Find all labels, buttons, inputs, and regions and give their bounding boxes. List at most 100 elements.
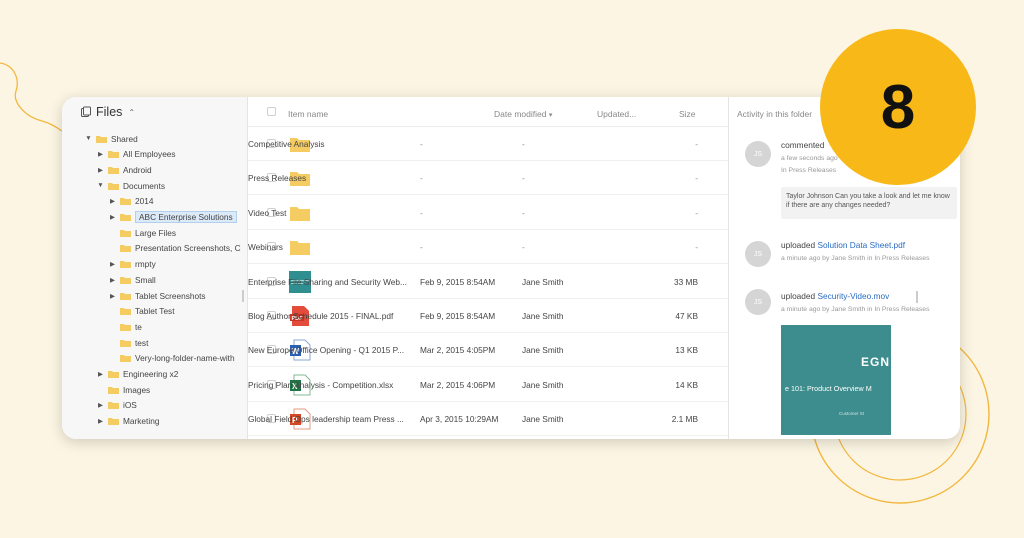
caret-right-icon[interactable]: ▶ [96,401,105,409]
file-row[interactable]: Press Releases - - - [248,161,728,196]
tree-item-label: Large Files [135,227,177,238]
file-updated-by: - [522,173,525,184]
select-all-checkbox[interactable] [267,107,276,116]
tree-item-label: Small [135,274,156,285]
activity-action: commented [781,140,825,150]
folder-icon [120,197,131,206]
folder-icon [108,370,119,378]
file-row[interactable]: Webinars - - - [248,230,728,265]
tree-item[interactable]: ▶ Small [108,272,156,287]
tree-item[interactable]: ▶ rmpty [108,257,156,272]
tree-item[interactable]: test [108,335,148,350]
file-date: Mar 2, 2015 4:05PM [420,345,496,356]
file-name[interactable]: Competitive Analysis [248,139,325,149]
tree-item-label: Images [123,384,151,395]
folder-icon [96,135,107,143]
caret-right-icon[interactable]: ▶ [108,276,117,284]
video-caption: Customer St [839,411,865,416]
folder-icon [120,276,131,284]
file-name[interactable]: Webinars [248,242,283,252]
file-row[interactable]: PDF Blog Author Schedule 2015 - FINAL.pdf… [248,299,728,333]
tree-item[interactable]: ▼ Documents [96,178,165,193]
folder-icon [108,166,119,174]
folder-icon [108,386,119,394]
file-row[interactable]: Competitive Analysis - - - [248,127,728,161]
folder-icon [108,417,119,426]
file-updated-by: Jane Smith [522,379,564,390]
file-name[interactable]: New Europe Office Opening - Q1 2015 P... [248,345,404,355]
tree-item-label: Very-long-folder-name-with [135,353,235,364]
avatar[interactable]: JS [745,241,771,267]
caret-down-icon[interactable]: ▼ [84,135,93,142]
caret-right-icon[interactable]: ▶ [108,292,117,300]
tree-item[interactable]: ▶ Engineering x2 [96,367,178,382]
tree-item[interactable]: ▶ 2014 [108,194,153,209]
tree-item[interactable]: Presentation Screenshots, C [108,241,241,256]
file-updated-by: Jane Smith [522,311,564,321]
file-date: Feb 9, 2015 8:54AM [420,276,496,287]
file-size: - [695,207,698,218]
tree-item[interactable]: Large Files [108,225,176,240]
files-menu[interactable]: Files ⌃ [80,105,135,119]
file-size: 13 KB [675,345,698,356]
tree-item[interactable]: ▶ Tablet Screenshots [108,288,206,303]
activity-action: uploaded [781,291,818,301]
folder-icon [289,236,311,258]
tree-item-label: 2014 [135,196,154,207]
caret-right-icon[interactable]: ▶ [96,150,105,158]
tree-item[interactable]: te [108,319,142,334]
sort-desc-icon: ▾ [548,112,553,119]
file-name[interactable]: Blog Author Schedule 2015 - FINAL.pdf [248,311,393,321]
folder-tree-sidebar: Files ⌃ ▼ Shared ▶ All Employees ▶ Android ▼ Do… [62,97,248,439]
file-name[interactable]: Pricing Plan Analysis - Competition.xlsx [248,380,393,390]
folder-icon [108,150,119,159]
chevron-up-icon[interactable]: ⌃ [128,108,135,117]
tree-item-label: te [135,321,142,332]
file-size: - [695,173,698,184]
file-row[interactable]: W New Europe Office Opening - Q1 2015 P..… [248,333,728,368]
file-name[interactable]: Video Test [248,208,286,218]
tree-item[interactable]: Very-long-folder-name-with [108,351,235,366]
column-updated-by[interactable]: Updated... [597,109,636,119]
folder-icon [120,244,131,253]
file-name[interactable]: Enterprise File Sharing and Security Web… [248,277,407,287]
video-title: EGN [861,355,891,369]
folder-icon [108,182,119,190]
tree-item[interactable]: ▶ Android [96,162,152,177]
folder-icon [120,229,131,237]
caret-right-icon[interactable]: ▶ [96,417,105,425]
tree-item[interactable]: ▶ iOS [96,398,137,413]
activity-file-link[interactable]: Security-Video.mov [817,291,889,301]
file-row[interactable]: Enterprise File Sharing and Security Web… [248,265,728,299]
caret-right-icon[interactable]: ▶ [96,166,105,174]
tree-item[interactable]: Tablet Test [108,304,175,319]
caret-right-icon[interactable]: ▶ [108,213,117,221]
tree-item[interactable]: Images [96,382,150,397]
file-name[interactable]: Global Field Ops leadership team Press .… [248,414,404,424]
activity-title: Activity in this folder [737,109,813,119]
caret-right-icon[interactable]: ▶ [108,197,117,205]
file-row[interactable]: P Global Field Ops leadership team Press … [248,402,728,437]
caret-right-icon[interactable]: ▶ [108,260,117,268]
column-item-name[interactable]: Item name [288,109,328,119]
file-row[interactable]: X Pricing Plan Analysis - Competition.xls… [248,368,728,402]
activity-location: In Press Releases [781,167,837,174]
file-manager-window: Files ⌃ ▼ Shared ▶ All Employees ▶ Android ▼ Do… [62,97,960,439]
file-row[interactable]: Video Test - - - [248,196,728,230]
tree-item[interactable]: ▶ ABC Enterprise Solutions [108,210,237,225]
column-size[interactable]: Size [679,109,696,119]
tree-item[interactable]: ▼ Shared [84,131,137,146]
video-thumbnail[interactable]: EGN e 101: Product Overview M Customer S… [781,325,891,435]
tree-item-label: Documents [123,180,165,191]
caret-right-icon[interactable]: ▶ [96,370,105,378]
tree-item[interactable]: ▶ Marketing [96,414,159,429]
sidebar-scrollbar[interactable] [242,290,244,302]
file-name[interactable]: Press Releases [248,173,306,183]
avatar[interactable]: JS [745,141,771,167]
tree-item[interactable]: ▶ All Employees [96,147,176,162]
avatar[interactable]: JS [745,289,771,315]
folder-icon [120,354,131,363]
activity-file-link[interactable]: Solution Data Sheet.pdf [817,240,905,250]
caret-down-icon[interactable]: ▼ [96,182,105,189]
column-date-modified[interactable]: Date modified ▾ [494,109,552,119]
